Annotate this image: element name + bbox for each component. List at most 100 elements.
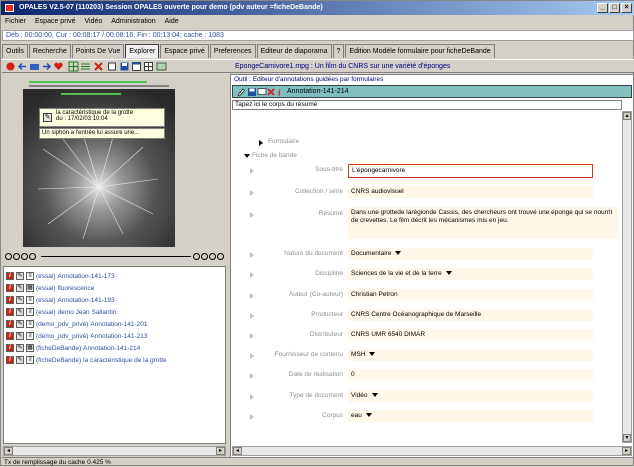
- slider-track[interactable]: [41, 256, 191, 257]
- save-icon[interactable]: [119, 61, 130, 72]
- next-frame-icon[interactable]: [201, 253, 208, 260]
- list-item[interactable]: i ✎ ≡ (essai) Annotation-141-173: [6, 271, 115, 281]
- media-title: EpongeCarnivore1.mpg : Un film du CNRS s…: [235, 63, 451, 70]
- list-item[interactable]: i ✎ ≡ (essai) demo Jean Sallantin: [6, 307, 116, 317]
- scroll-left-icon[interactable]: ◂: [233, 447, 242, 455]
- folder-icon[interactable]: [29, 61, 40, 72]
- list-item[interactable]: i ✎ ≡ (demo_pdv_privé) Annotation-141-213: [6, 331, 148, 341]
- date-input[interactable]: 0: [348, 369, 593, 381]
- grid-icon[interactable]: [68, 61, 79, 72]
- minimize-button[interactable]: _: [597, 3, 608, 13]
- info-icon: i: [6, 272, 14, 280]
- first-frame-icon[interactable]: [5, 253, 12, 260]
- maximize-button[interactable]: □: [609, 3, 620, 13]
- distributor-input[interactable]: CNRS UMR 6540 DIMAR: [348, 329, 593, 341]
- owner-label: (essai): [36, 272, 56, 280]
- pencil-icon: ✎: [16, 284, 24, 292]
- left-horizontal-scrollbar[interactable]: ◂ ▸: [3, 446, 226, 456]
- right-horizontal-scrollbar[interactable]: ◂ ▸: [232, 446, 632, 456]
- annotation-label: Annotation-141-213: [90, 332, 148, 340]
- tab-edition-modele[interactable]: Edition Modèle formulaire pour ficheDeBa…: [345, 44, 495, 58]
- pause-icon[interactable]: [29, 253, 36, 260]
- menu-video[interactable]: Vidéo: [84, 16, 102, 28]
- dropdown-caret-icon: [371, 393, 378, 398]
- pencil-icon: ✎: [16, 356, 24, 364]
- menu-aide[interactable]: Aide: [165, 16, 179, 28]
- timeline-segment: [61, 93, 121, 95]
- copy-icon[interactable]: [107, 61, 118, 72]
- forward-arrow-icon[interactable]: [41, 61, 52, 72]
- info-icon[interactable]: i: [275, 87, 285, 98]
- tab-points-de-vue[interactable]: Points De Vue: [71, 44, 125, 58]
- tab-outils[interactable]: Outils: [2, 44, 28, 58]
- tab-preferences[interactable]: Preferences: [209, 44, 256, 58]
- field-label: Distributeur: [309, 331, 343, 338]
- delete-icon[interactable]: [93, 61, 104, 72]
- annotation-tooltip[interactable]: ✎ la caractéristique de la grotte du : 1…: [39, 108, 165, 127]
- fast-forward-icon[interactable]: [209, 253, 216, 260]
- pencil-icon: ✎: [16, 320, 24, 328]
- tab-help[interactable]: ?: [332, 44, 345, 58]
- list-item[interactable]: i ✎ ≡ (demo_pdv_privé) Annotation-141-201: [6, 319, 148, 329]
- provider-select[interactable]: MSH: [348, 349, 593, 361]
- field-label: Type de document: [289, 392, 343, 399]
- pencil-icon[interactable]: [236, 87, 246, 97]
- row-triangle-icon: [250, 373, 254, 379]
- tab-explorer[interactable]: Explorer: [125, 44, 160, 58]
- tab-recherche[interactable]: Recherche: [28, 44, 71, 58]
- prev-frame-icon[interactable]: [13, 253, 20, 260]
- close-button[interactable]: ×: [621, 3, 632, 13]
- list-icon[interactable]: [80, 61, 91, 72]
- subtitle-input[interactable]: L'épongecarnivore: [348, 164, 593, 178]
- scroll-left-icon[interactable]: ◂: [4, 447, 13, 455]
- discipline-select[interactable]: Sciences de la vie et de la terre: [348, 268, 593, 280]
- annotation-name[interactable]: Annotation-141-214: [285, 87, 631, 97]
- right-vertical-scrollbar[interactable]: ▴ ▾: [622, 111, 632, 443]
- tab-editeur-diaporama[interactable]: Editeur de diaporama: [256, 44, 332, 58]
- list-item[interactable]: i ✎ ≡ (ficheDeBande) la caractéristique de …: [6, 355, 167, 365]
- document-icon: ≡: [26, 332, 34, 340]
- heart-icon[interactable]: [53, 61, 64, 72]
- resume-field[interactable]: Tapez ici le corps du résumé: [232, 100, 622, 110]
- annotation-label: fluorescence: [57, 284, 95, 292]
- nature-select[interactable]: Documentaire: [348, 248, 593, 260]
- resume-textarea[interactable]: Dans une grottede larégionde Cassis, des…: [348, 207, 618, 239]
- menu-administration[interactable]: Administration: [111, 16, 155, 28]
- record-icon[interactable]: [5, 61, 16, 72]
- save-icon[interactable]: [247, 87, 257, 97]
- play-icon[interactable]: [193, 253, 200, 260]
- playback-slider[interactable]: [3, 251, 225, 263]
- last-frame-icon[interactable]: [217, 253, 224, 260]
- scroll-right-icon[interactable]: ▸: [622, 447, 631, 455]
- play-back-icon[interactable]: [21, 253, 28, 260]
- scroll-right-icon[interactable]: ▸: [216, 447, 225, 455]
- list-item[interactable]: i ✎ ▦ (ficheDeBande) Annotation-141-214: [6, 343, 140, 353]
- menu-fichier[interactable]: Fichier: [5, 16, 26, 28]
- tab-espace-prive[interactable]: Espace privé: [160, 44, 209, 58]
- table-icon[interactable]: [143, 61, 154, 72]
- owner-label: (demo_pdv_privé): [36, 332, 89, 340]
- type-select[interactable]: Vidéo: [348, 390, 593, 402]
- corpus-select[interactable]: eau: [348, 410, 593, 422]
- image-icon: ▦: [26, 344, 34, 352]
- scroll-down-icon[interactable]: ▾: [623, 434, 631, 442]
- tool-title: Outil : Editeur d'annotations guidées pa…: [234, 76, 384, 83]
- author-input[interactable]: Christian Petron: [348, 289, 593, 301]
- row-triangle-icon: [250, 168, 254, 174]
- producer-input[interactable]: CNRS Centre Océanographique de Marseille: [348, 309, 593, 321]
- menu-espace-prive[interactable]: Espace privé: [35, 16, 75, 28]
- annotation-list: i ✎ ≡ (essai) Annotation-141-173 i ✎ ▦ (essai…: [3, 266, 226, 444]
- list-item[interactable]: i ✎ ▦ (essai) fluorescence: [6, 283, 94, 293]
- scroll-up-icon[interactable]: ▴: [623, 112, 631, 120]
- window-icon[interactable]: [131, 61, 142, 72]
- list-item[interactable]: i ✎ ≡ (essai) Annotation-141-193: [6, 295, 115, 305]
- expand-triangle-icon[interactable]: [259, 140, 263, 146]
- collapse-triangle-icon[interactable]: [244, 154, 250, 158]
- annotation-header: i Annotation-141-214: [232, 85, 632, 98]
- info-icon: i: [6, 320, 14, 328]
- row-triangle-icon: [250, 293, 254, 299]
- collection-input[interactable]: CNRS audiovisuel: [348, 186, 593, 198]
- back-arrow-icon[interactable]: [17, 61, 28, 72]
- select-value: Vidéo: [351, 392, 368, 399]
- field-label: Sous-titre: [315, 166, 343, 173]
